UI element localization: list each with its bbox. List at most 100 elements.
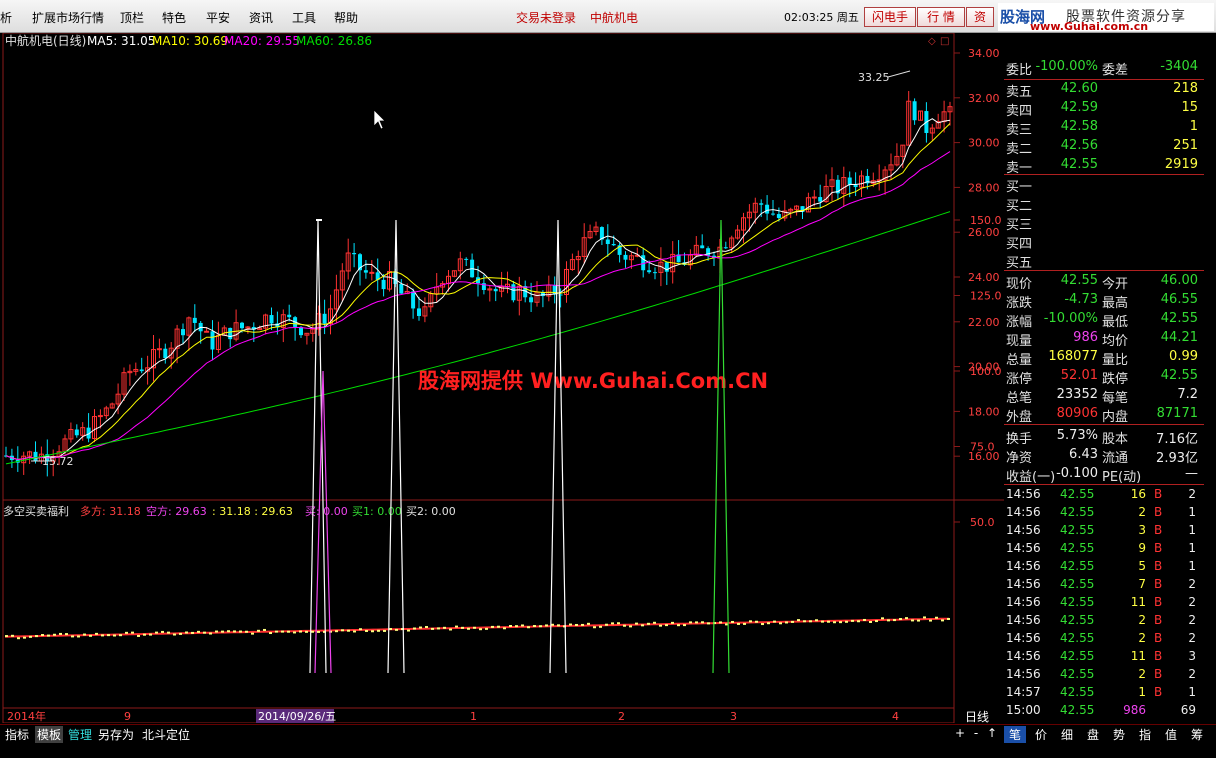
kongfang-dot — [299, 630, 302, 633]
menu-tools[interactable]: 工具 — [292, 9, 316, 26]
menu-features[interactable]: 特色 — [162, 9, 186, 26]
tick-row[interactable]: 14:56 42.55 16 B 2 — [1004, 487, 1204, 505]
kongfang-dot — [887, 619, 890, 622]
menu-news[interactable]: 资讯 — [249, 9, 273, 26]
tick-row[interactable]: 15:00 42.55 986 69 — [1004, 703, 1204, 721]
price-axis-label: 18.00 — [968, 405, 1000, 418]
stat-row-value2: 42.55 — [1160, 311, 1198, 326]
candle-body — [363, 270, 368, 273]
menu-extended-market[interactable]: 扩展市场行情 — [32, 9, 104, 26]
menu-analysis[interactable]: 析 — [0, 9, 12, 26]
tick-row[interactable]: 14:56 42.55 3 B 1 — [1004, 523, 1204, 541]
kongfang-dot — [41, 634, 44, 637]
kongfang-dot — [335, 630, 338, 633]
rtab-book[interactable]: 盘 — [1082, 726, 1104, 743]
rtab-chips[interactable]: 筹 — [1186, 726, 1208, 743]
tick-row[interactable]: 14:56 42.55 2 B 1 — [1004, 505, 1204, 523]
kongfang-dot — [683, 624, 686, 627]
ask-row[interactable]: 卖二 42.56 251 — [1004, 138, 1204, 157]
fund-row-label: 净资 — [1006, 451, 1033, 466]
candle-body — [723, 247, 728, 249]
date-cursor-label: 2014/09/26/五 — [258, 710, 336, 723]
kongfang-dot — [617, 622, 620, 625]
candle-body — [399, 283, 404, 294]
menu-help[interactable]: 帮助 — [334, 9, 358, 26]
fund-row: 换手 5.73% 股本 7.16亿 — [1004, 428, 1204, 447]
rtab-trend[interactable]: 势 — [1108, 726, 1130, 743]
candle-body — [181, 329, 185, 336]
kongfang-dot — [425, 626, 428, 629]
price-axis-label: 24.00 — [968, 271, 1000, 284]
rtab-value[interactable]: 值 — [1160, 726, 1182, 743]
tick-row[interactable]: 14:56 42.55 2 B 2 — [1004, 631, 1204, 649]
rtab-index[interactable]: 指 — [1134, 726, 1156, 743]
tab-save-as[interactable]: 另存为 — [98, 726, 134, 743]
indicator-axis-label: 50.0 — [970, 516, 995, 529]
tick-row[interactable]: 14:56 42.55 11 B 3 — [1004, 649, 1204, 667]
bid-row[interactable]: 买五 — [1004, 252, 1204, 271]
menu-pingan[interactable]: 平安 — [206, 9, 230, 26]
tick-price: 42.55 — [1060, 685, 1095, 699]
tick-row[interactable]: 14:56 42.55 11 B 2 — [1004, 595, 1204, 613]
stat-row-label2: 内盘 — [1102, 410, 1129, 425]
rtab-price[interactable]: 价 — [1030, 726, 1052, 743]
bid-row[interactable]: 买一 — [1004, 176, 1204, 195]
ma10-label: MA10: 30.69 — [152, 34, 228, 48]
tab-template[interactable]: 模板 — [35, 726, 64, 743]
kongfang-dot — [5, 635, 8, 638]
tab-manage[interactable]: 管理 — [68, 726, 92, 743]
ask-volume: 251 — [1173, 138, 1198, 153]
tick-time: 14:56 — [1006, 523, 1041, 537]
kongfang-dot — [419, 626, 422, 629]
price-axis-label: 32.00 — [968, 92, 1000, 105]
tick-row[interactable]: 14:57 42.55 1 B 1 — [1004, 685, 1204, 703]
tab-beidou-locate[interactable]: 北斗定位 — [142, 726, 190, 743]
info-button[interactable]: 资 — [966, 7, 994, 27]
login-status[interactable]: 交易未登录 — [516, 9, 576, 26]
flash-trade-button[interactable]: 闪电手 — [864, 7, 916, 27]
kongfang-dot — [479, 628, 482, 631]
bid-row[interactable]: 买四 — [1004, 233, 1204, 252]
tick-volume: 2 — [1138, 505, 1146, 519]
tick-row[interactable]: 14:56 42.55 2 B 2 — [1004, 667, 1204, 685]
candle-body — [511, 284, 516, 301]
price-axis-label: 34.00 — [968, 47, 1000, 60]
kongfang-dot — [569, 623, 572, 626]
tick-row[interactable]: 14:56 42.55 5 B 1 — [1004, 559, 1204, 577]
tick-row[interactable]: 14:56 42.55 7 B 2 — [1004, 577, 1204, 595]
tick-side: B — [1154, 631, 1163, 645]
candle-body — [853, 184, 858, 188]
bid-row[interactable]: 买三 — [1004, 214, 1204, 233]
tick-row[interactable]: 14:56 42.55 2 B 2 — [1004, 613, 1204, 631]
kongfang-dot — [233, 630, 236, 633]
menu-topbar[interactable]: 顶栏 — [120, 9, 144, 26]
zoom-out-button[interactable]: - — [968, 726, 984, 740]
ask-row[interactable]: 卖三 42.58 1 — [1004, 119, 1204, 138]
stat-row-label: 外盘 — [1006, 410, 1033, 425]
zoom-in-button[interactable]: + — [952, 726, 968, 740]
rtab-detail[interactable]: 细 — [1056, 726, 1078, 743]
rtab-trades[interactable]: 笔 — [1004, 726, 1026, 743]
kongfang-dot — [821, 620, 824, 623]
signal-spike — [309, 219, 327, 674]
stat-row-value: 986 — [1073, 330, 1098, 345]
bid-row[interactable]: 买二 — [1004, 195, 1204, 214]
kongfang-dot — [101, 634, 104, 637]
fund-row: 收益(一) -0.100 PE(动) — — [1004, 466, 1204, 485]
indicator-axis-label: 75.0 — [970, 441, 995, 454]
tick-volume: 2 — [1138, 631, 1146, 645]
tick-row[interactable]: 14:56 42.55 9 B 1 — [1004, 541, 1204, 559]
tab-indicator[interactable]: 指标 — [5, 726, 29, 743]
ask-row[interactable]: 卖四 42.59 15 — [1004, 100, 1204, 119]
candle-body — [287, 314, 292, 318]
up-arrow-button[interactable]: ↑ — [984, 726, 1000, 740]
tick-price: 42.55 — [1060, 595, 1095, 609]
kongfang-dot — [17, 637, 20, 640]
high-price-label: 33.25 — [858, 71, 890, 84]
kline-chart[interactable]: 中航机电(日线) MA5: 31.05 MA10: 30.69 MA20: 29… — [0, 32, 1004, 724]
chart-area[interactable]: 中航机电(日线) MA5: 31.05 MA10: 30.69 MA20: 29… — [0, 32, 1004, 724]
market-button[interactable]: 行 情 — [917, 7, 965, 27]
ask-row[interactable]: 卖五 42.60 218 — [1004, 81, 1204, 100]
stat-row-value: 80906 — [1056, 406, 1098, 421]
tick-volume: 2 — [1138, 613, 1146, 627]
